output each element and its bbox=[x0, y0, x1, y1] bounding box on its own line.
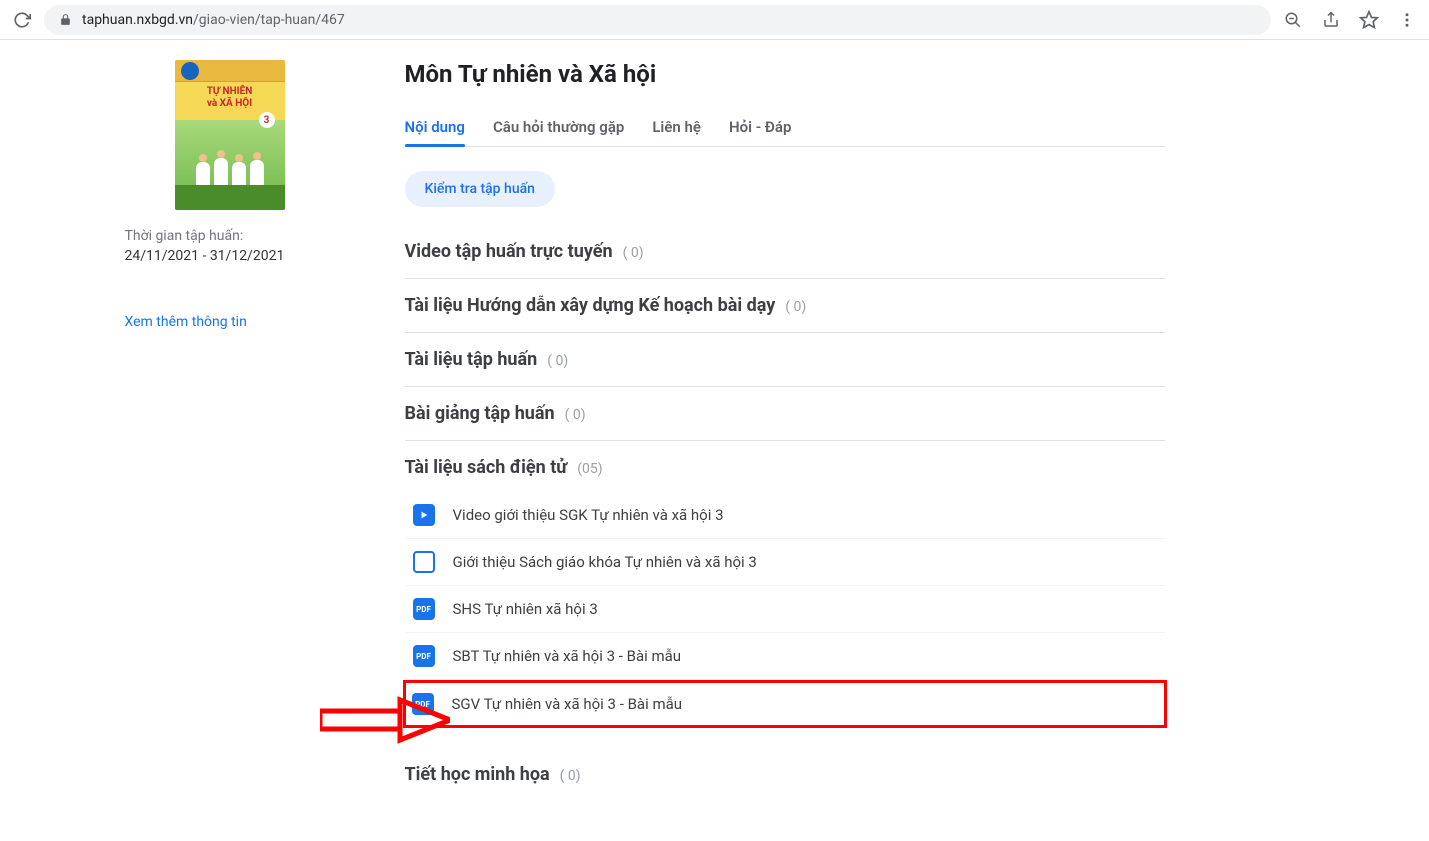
section-count: ( 0) bbox=[565, 407, 586, 423]
list-item[interactable]: PDF SHS Tự nhiên xã hội 3 bbox=[405, 586, 1165, 633]
slide-icon bbox=[413, 551, 435, 573]
pdf-icon: PDF bbox=[412, 693, 434, 715]
item-label: SGV Tự nhiên và xã hội 3 - Bài mẫu bbox=[452, 695, 683, 713]
more-info-link[interactable]: Xem thêm thông tin bbox=[125, 314, 247, 330]
section-video-truc-tuyen[interactable]: Video tập huấn trực tuyến ( 0) bbox=[405, 225, 1165, 279]
share-icon[interactable] bbox=[1321, 10, 1341, 30]
lock-icon bbox=[58, 13, 72, 27]
section-huong-dan-ke-hoach[interactable]: Tài liệu Hướng dẫn xây dựng Kế hoạch bài… bbox=[405, 279, 1165, 333]
sidebar: TỰ NHIÊN và XÃ HỘI 3 Thời gian tập huấn:… bbox=[115, 60, 335, 801]
list-item[interactable]: Video giới thiệu SGK Tự nhiên và xã hội … bbox=[405, 492, 1165, 539]
reload-icon[interactable] bbox=[12, 10, 32, 30]
book-title-line1: TỰ NHIÊN bbox=[175, 86, 285, 98]
star-icon[interactable] bbox=[1359, 10, 1379, 30]
list-item-highlighted[interactable]: PDF SGV Tự nhiên và xã hội 3 - Bài mẫu bbox=[403, 680, 1167, 728]
training-time-range: 24/11/2021 - 31/12/2021 bbox=[125, 248, 285, 264]
section-tai-lieu-sach-dien-tu: Tài liệu sách điện tử (05) Video giới th… bbox=[405, 441, 1165, 744]
play-icon bbox=[413, 504, 435, 526]
book-number: 3 bbox=[259, 112, 275, 128]
url-bar[interactable]: taphuan.nxbgd.vn/giao-vien/tap-huan/467 bbox=[44, 5, 1271, 35]
section-count: (05) bbox=[577, 461, 602, 477]
section-count: ( 0) bbox=[623, 245, 644, 261]
item-label: Video giới thiệu SGK Tự nhiên và xã hội … bbox=[453, 506, 724, 524]
tab-hoi-dap[interactable]: Hỏi - Đáp bbox=[729, 108, 791, 146]
section-title: Tiết học minh họa bbox=[405, 764, 550, 785]
section-tiet-hoc-minh-hoa[interactable]: Tiết học minh họa ( 0) bbox=[405, 744, 1165, 801]
section-title: Tài liệu sách điện tử bbox=[405, 457, 568, 478]
browser-toolbar: taphuan.nxbgd.vn/giao-vien/tap-huan/467 bbox=[0, 0, 1429, 40]
section-count: ( 0) bbox=[547, 353, 568, 369]
item-label: SHS Tự nhiên xã hội 3 bbox=[453, 600, 598, 618]
book-title-line2: và XÃ HỘI bbox=[175, 98, 285, 110]
pdf-icon: PDF bbox=[413, 598, 435, 620]
item-label: Giới thiệu Sách giáo khóa Tự nhiên và xã… bbox=[453, 553, 757, 571]
book-cover: TỰ NHIÊN và XÃ HỘI 3 bbox=[175, 60, 285, 210]
section-title: Tài liệu Hướng dẫn xây dựng Kế hoạch bài… bbox=[405, 295, 776, 316]
url-text: taphuan.nxbgd.vn/giao-vien/tap-huan/467 bbox=[82, 12, 345, 28]
tabs: Nội dung Câu hỏi thường gặp Liên hệ Hỏi … bbox=[405, 108, 1165, 147]
pdf-icon: PDF bbox=[413, 645, 435, 667]
item-label: SBT Tự nhiên và xã hội 3 - Bài mẫu bbox=[453, 647, 682, 665]
menu-dots-icon[interactable] bbox=[1397, 10, 1417, 30]
section-count: ( 0) bbox=[785, 299, 806, 315]
zoom-out-icon[interactable] bbox=[1283, 10, 1303, 30]
section-bai-giang-tap-huan[interactable]: Bài giảng tập huấn ( 0) bbox=[405, 387, 1165, 441]
list-item[interactable]: Giới thiệu Sách giáo khóa Tự nhiên và xã… bbox=[405, 539, 1165, 586]
list-item[interactable]: PDF SBT Tự nhiên và xã hội 3 - Bài mẫu bbox=[405, 633, 1165, 680]
training-time-label: Thời gian tập huấn: bbox=[125, 228, 244, 244]
section-title: Video tập huấn trực tuyến bbox=[405, 241, 613, 262]
check-training-button[interactable]: Kiểm tra tập huấn bbox=[405, 171, 555, 207]
tab-lien-he[interactable]: Liên hệ bbox=[652, 108, 701, 146]
page-title: Môn Tự nhiên và Xã hội bbox=[405, 60, 1165, 88]
main-content: Môn Tự nhiên và Xã hội Nội dung Câu hỏi … bbox=[405, 60, 1165, 801]
section-tai-lieu-tap-huan[interactable]: Tài liệu tập huấn ( 0) bbox=[405, 333, 1165, 387]
section-title: Tài liệu tập huấn bbox=[405, 349, 538, 370]
tab-noi-dung[interactable]: Nội dung bbox=[405, 108, 465, 146]
tab-cau-hoi-thuong-gap[interactable]: Câu hỏi thường gặp bbox=[493, 108, 624, 146]
section-title: Bài giảng tập huấn bbox=[405, 403, 555, 424]
section-count: ( 0) bbox=[560, 768, 581, 784]
